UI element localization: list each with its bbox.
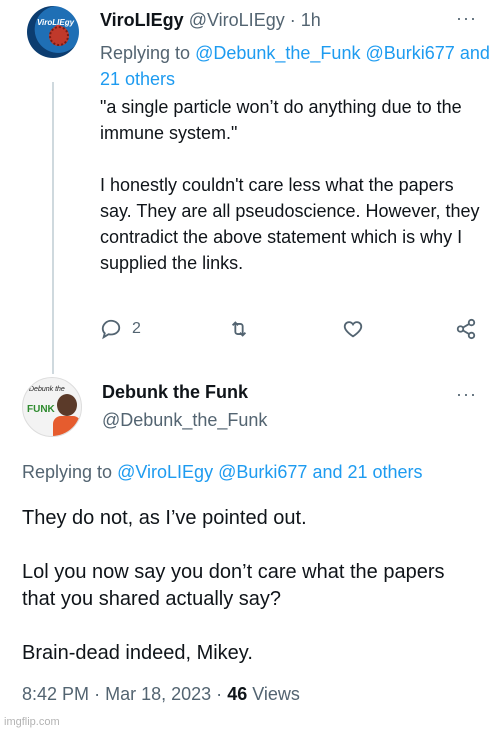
share-button[interactable]	[455, 318, 477, 340]
avatar-face	[57, 394, 77, 416]
replying-to: Replying to @ViroLIEgy @Burki677 and 21 …	[22, 462, 423, 483]
tweet-text: They do not, as I’ve pointed out. Lol yo…	[22, 505, 482, 694]
reply-button[interactable]: 2	[100, 318, 141, 340]
tweet-viroliegy[interactable]: ViroLIEgy ViroLIEgy @ViroLIEgy · 1h ··· …	[0, 0, 500, 370]
views-label: Views	[252, 684, 300, 704]
replying-to: Replying to @Debunk_the_Funk @Burki677 a…	[100, 40, 490, 92]
tweet-meta: 8:42 PM · Mar 18, 2023 · 46 Views	[22, 684, 300, 705]
avatar-text: Debunk the	[29, 386, 65, 393]
more-icon[interactable]: ···	[456, 384, 477, 405]
post-time[interactable]: 8:42 PM	[22, 684, 89, 704]
post-date[interactable]: Mar 18, 2023	[105, 684, 211, 704]
timestamp[interactable]: 1h	[301, 10, 321, 30]
tweet-paragraph: I honestly couldn't care less what the p…	[100, 175, 480, 273]
mention-link[interactable]: @ViroLIEgy	[117, 462, 213, 482]
user-handle[interactable]: @Debunk_the_Funk	[102, 410, 267, 431]
tweet-paragraph: "a single particle won’t do anything due…	[100, 97, 462, 143]
mention-link[interactable]: @Debunk_the_Funk	[195, 43, 360, 63]
avatar[interactable]: Debunk the FUNK	[22, 377, 82, 437]
views-count: 46	[227, 684, 248, 704]
replying-to-label: Replying to	[22, 462, 113, 482]
separator: ·	[94, 684, 101, 704]
action-bar: 2	[100, 318, 485, 348]
avatar-shirt	[53, 416, 81, 436]
share-icon	[456, 318, 476, 340]
reply-count: 2	[132, 320, 141, 337]
reply-icon	[101, 319, 121, 340]
watermark: imgflip.com	[4, 716, 60, 728]
tweet-text: "a single particle won’t do anything due…	[100, 94, 490, 302]
retweet-button[interactable]	[228, 318, 250, 340]
retweet-icon	[231, 321, 247, 337]
like-button[interactable]	[342, 318, 364, 340]
mention-link[interactable]: @Burki677	[218, 462, 307, 482]
avatar[interactable]: ViroLIEgy	[27, 6, 79, 58]
tweet-header: ViroLIEgy @ViroLIEgy · 1h	[100, 10, 321, 31]
more-icon[interactable]: ···	[456, 8, 477, 29]
tweet-paragraph: They do not, as I’ve pointed out.	[22, 507, 307, 529]
display-name[interactable]: ViroLIEgy	[100, 10, 184, 30]
separator: ·	[216, 684, 223, 704]
tweet-paragraph: Brain-dead indeed, Mikey.	[22, 642, 253, 664]
avatar-funk-text: FUNK	[27, 404, 55, 415]
others-link[interactable]: and 21 others	[312, 462, 422, 482]
mention-link[interactable]: @Burki677	[365, 43, 454, 63]
like-icon	[343, 321, 363, 338]
user-handle[interactable]: @ViroLIEgy	[189, 10, 285, 30]
separator: ·	[289, 10, 296, 30]
tweet-paragraph: Lol you now say you don’t care what the …	[22, 561, 445, 610]
virus-icon	[49, 26, 69, 46]
replying-to-label: Replying to	[100, 43, 191, 63]
display-name[interactable]: Debunk the Funk	[102, 382, 248, 403]
